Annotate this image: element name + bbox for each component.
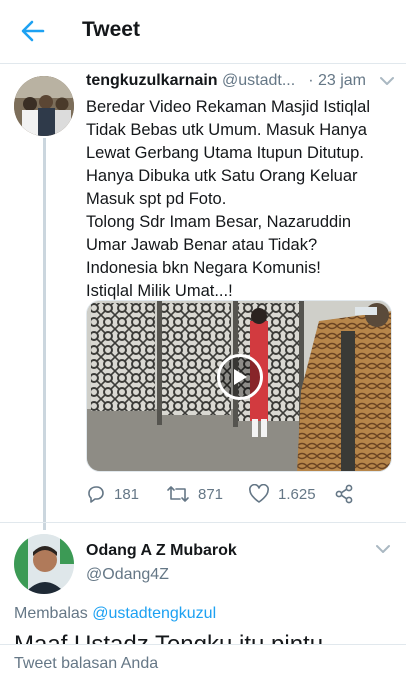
avatar-photo-image [14, 534, 74, 594]
heart-icon [249, 484, 269, 503]
reply-icon [88, 486, 104, 503]
avatar-photo-image [14, 76, 74, 136]
author-name[interactable]: Odang A Z Mubarok [86, 542, 237, 560]
replying-to: Membalas @ustadtengkuzul [14, 605, 216, 623]
reply-text: Maaf Ustadz Tengku itu pintu [14, 630, 406, 644]
tweet-text-line: Lewat Gerbang Utama Itupun Ditutup. [86, 144, 364, 162]
tweet-text-line: Indonesia bkn Negara Komunis! [86, 259, 321, 277]
thread-connector-line [43, 138, 46, 530]
tweet-actions: 181 871 1.625 [86, 484, 398, 508]
reply-button[interactable]: 181 [86, 484, 139, 504]
retweet-button[interactable]: 871 [166, 484, 223, 504]
like-count: 1.625 [278, 485, 316, 503]
replying-prefix: Membalas [14, 605, 93, 622]
share-icon [335, 484, 353, 504]
play-button[interactable] [217, 354, 263, 400]
back-button[interactable] [16, 14, 50, 48]
chevron-down-icon[interactable] [380, 76, 394, 86]
author-handle[interactable]: @ustadt... [222, 72, 295, 89]
mention-link[interactable]: @ustadtengkuzul [92, 605, 216, 622]
top-bar: Tweet [0, 0, 406, 64]
tweet-text-line: Hanya Dibuka utk Satu Orang Keluar [86, 167, 358, 185]
retweet-icon [167, 486, 189, 502]
play-icon [234, 369, 247, 385]
tweet-video[interactable] [86, 300, 392, 472]
author-handle[interactable]: @Odang4Z [86, 566, 169, 584]
tweet-text-line: Beredar Video Rekaman Masjid Istiqlal [86, 98, 371, 116]
avatar[interactable] [14, 76, 74, 136]
reply-input[interactable] [14, 653, 394, 675]
chevron-down-icon[interactable] [376, 544, 390, 554]
retweet-count: 871 [198, 485, 224, 503]
divider [0, 522, 406, 523]
page-title: Tweet [82, 18, 140, 41]
tweet-text-line: Tidak Bebas utk Umum. Masuk Hanya [86, 121, 367, 139]
tweet-text-line: Umar Jawab Benar atau Tidak? [86, 236, 318, 254]
tweet-text-line: Masuk spt pd Foto. [86, 190, 227, 208]
tweet-text: Beredar Video Rekaman Masjid Istiqlal Ti… [86, 96, 398, 303]
reply-count: 181 [114, 485, 140, 503]
avatar[interactable] [14, 534, 74, 594]
like-button[interactable]: 1.625 [248, 484, 316, 504]
share-button[interactable] [334, 484, 354, 504]
author-name[interactable]: tengkuzulkarnain [86, 72, 218, 89]
tweet-header: tengkuzulkarnain @ustadt... · 23 jam [86, 72, 398, 94]
arrow-left-icon [21, 20, 45, 42]
tweet-time: · 23 jam [308, 72, 366, 89]
reply-compose-bar [0, 644, 406, 680]
tweet-text-line: Tolong Sdr Imam Besar, Nazaruddin [86, 213, 352, 231]
